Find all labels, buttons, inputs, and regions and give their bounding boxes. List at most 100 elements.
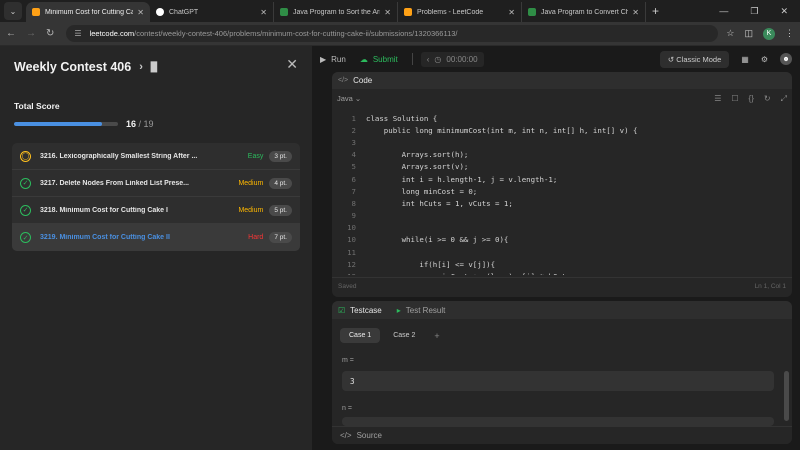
line-number: 8 [351, 198, 356, 208]
restore-icon[interactable]: ❐ [750, 6, 758, 17]
problem-row[interactable]: ◯ 3216. Lexicographically Smallest Strin… [12, 143, 300, 170]
chevron-down-icon: ⌄ [9, 6, 17, 16]
reload-icon[interactable]: ↻ [46, 28, 54, 39]
undo-icon: ↺ [667, 54, 675, 64]
code-line[interactable]: 7 long minCost = 0; [332, 185, 792, 197]
close-tab-icon[interactable]: ✕ [632, 8, 639, 17]
code-icon: </> [340, 431, 352, 440]
line-number: 1 [351, 113, 356, 123]
problem-title: 3219. Minimum Cost for Cutting Cake II [40, 234, 170, 241]
browser-menu-icon[interactable]: ⋮ [785, 28, 794, 39]
code-line[interactable]: 5 Arrays.sort(v); [332, 161, 792, 173]
variable-input[interactable] [342, 417, 774, 426]
problem-row[interactable]: ✓ 3217. Delete Nodes From Linked List Pr… [12, 170, 300, 197]
user-avatar[interactable]: ☻ [780, 53, 792, 65]
new-tab-icon[interactable]: + [652, 4, 659, 18]
code-line[interactable]: 2 public long minimumCost(int m, int n, … [332, 124, 792, 136]
line-number: 7 [351, 186, 356, 196]
difficulty-badge: Medium [238, 179, 264, 187]
code-text: long minCost = 0; [366, 186, 478, 196]
code-line[interactable]: 3 [332, 136, 792, 148]
tab-testcase[interactable]: Testcase [350, 306, 382, 315]
fullscreen-icon[interactable]: ⤢ [781, 94, 787, 104]
code-line[interactable]: 9 [332, 210, 792, 222]
testcase-panel: ☑ Testcase ▸ Test Result Case 1 Case 2 +… [332, 301, 792, 444]
code-line[interactable]: 10 while(i >= 0 && j >= 0){ [332, 234, 792, 246]
case-tabs: Case 1 Case 2 + [332, 328, 792, 343]
case-1-tab[interactable]: Case 1 [340, 328, 381, 343]
close-icon[interactable]: ✕ [286, 56, 298, 73]
line-number: 9 [351, 211, 356, 221]
url-domain: leetcode.com [89, 29, 135, 38]
chevron-left-icon: ‹ [426, 54, 430, 64]
reset-icon[interactable]: ↻ [764, 94, 771, 104]
bookmark-icon[interactable]: ☐ [731, 94, 738, 104]
code-line[interactable]: 10 [332, 222, 792, 234]
code-text: int i = h.length-1, j = v.length-1; [366, 174, 558, 184]
browser-tab[interactable]: Java Program to Sort the Array ✕ [274, 2, 398, 22]
cloud-upload-icon: ☁ [359, 54, 368, 64]
window-close-icon[interactable]: ✕ [780, 6, 788, 17]
code-line[interactable]: 13 minCost += (long) v[j] * hCuts; [332, 270, 792, 275]
code-line[interactable]: 11 [332, 246, 792, 258]
layout-icon[interactable]: ▦ [741, 55, 749, 64]
code-editor[interactable]: 1 class Solution {2 public long minimumCo… [332, 112, 792, 275]
problem-row-selected[interactable]: ✓ 3219. Minimum Cost for Cutting Cake II… [12, 224, 300, 251]
format-icon[interactable]: ☰ [714, 94, 721, 104]
tab-title: Java Program to Convert Char [541, 8, 629, 16]
close-tab-icon[interactable]: ✕ [137, 8, 144, 17]
minimize-icon[interactable]: — [719, 6, 728, 17]
code-line[interactable]: 1 class Solution { [332, 112, 792, 124]
contest-header[interactable]: Weekly Contest 406 › ▉ [14, 60, 158, 74]
url-path: /contest/weekly-contest-406/problems/min… [134, 29, 458, 38]
browser-tab[interactable]: Problems - LeetCode ✕ [398, 2, 522, 22]
browser-tab-active[interactable]: Minimum Cost for Cutting Cake ✕ [26, 2, 150, 22]
cursor-position: Ln 1, Col 1 [754, 283, 786, 290]
tab-title: Problems - LeetCode [417, 8, 484, 16]
case-2-tab[interactable]: Case 2 [384, 328, 424, 343]
code-line[interactable]: 4 Arrays.sort(h); [332, 149, 792, 161]
close-tab-icon[interactable]: ✕ [384, 8, 391, 17]
timer[interactable]: ‹ ◷ 00:00:00 [420, 51, 484, 67]
settings-gear-icon[interactable]: ⚙ [761, 55, 768, 64]
points-badge: 5 pt. [269, 204, 292, 216]
ranking-icon[interactable]: ▉ [151, 62, 158, 73]
profile-avatar[interactable]: K [763, 27, 775, 40]
url-field[interactable]: ☰ leetcode.com/contest/weekly-contest-40… [66, 25, 719, 42]
points-badge: 3 pt. [269, 150, 292, 162]
code-line[interactable]: 6 int i = h.length-1, j = v.length-1; [332, 173, 792, 185]
variable-input[interactable]: 3 [342, 371, 774, 391]
code-text: Arrays.sort(v); [366, 162, 469, 172]
code-line[interactable]: 12 if(h[i] <= v[j]){ [332, 258, 792, 270]
total-score-label: Total Score [14, 101, 60, 111]
browser-tab[interactable]: ChatGPT ✕ [150, 2, 274, 22]
editor-status-bar: Saved Ln 1, Col 1 [332, 277, 792, 295]
close-tab-icon[interactable]: ✕ [508, 8, 515, 17]
chevron-right-icon: › [139, 61, 143, 73]
tab-test-result[interactable]: Test Result [406, 306, 446, 315]
line-number: 10 [347, 223, 356, 233]
extensions-icon[interactable]: ◫ [744, 28, 753, 39]
language-select[interactable]: Java ⌄ [337, 94, 361, 103]
problem-list: ◯ 3216. Lexicographically Smallest Strin… [12, 143, 300, 251]
line-number: 10 [347, 235, 356, 245]
bookmark-star-icon[interactable]: ☆ [726, 28, 734, 39]
tab-search-button[interactable]: ⌄ [4, 2, 22, 20]
site-info-icon[interactable]: ☰ [74, 29, 81, 38]
braces-icon[interactable]: {} [749, 94, 754, 104]
submit-button[interactable]: ☁ Submit [360, 55, 398, 64]
problem-row[interactable]: ✓ 3218. Minimum Cost for Cutting Cake I … [12, 197, 300, 224]
close-tab-icon[interactable]: ✕ [260, 8, 267, 17]
browser-tab[interactable]: Java Program to Convert Char ✕ [522, 2, 646, 22]
contest-title: Weekly Contest 406 [14, 60, 132, 74]
classic-mode-button[interactable]: ↺ Classic Mode [659, 50, 730, 68]
add-case-button[interactable]: + [434, 331, 439, 341]
saved-status: Saved [338, 283, 357, 290]
code-text: public long minimumCost(int m, int n, in… [366, 125, 638, 135]
source-tab[interactable]: </> Source [332, 426, 792, 444]
run-button[interactable]: ▶ Run [320, 55, 346, 64]
code-line[interactable]: 8 int hCuts = 1, vCuts = 1; [332, 197, 792, 209]
forward-icon[interactable]: → [26, 28, 36, 39]
back-icon[interactable]: ← [6, 28, 16, 39]
scrollbar[interactable] [784, 371, 789, 421]
